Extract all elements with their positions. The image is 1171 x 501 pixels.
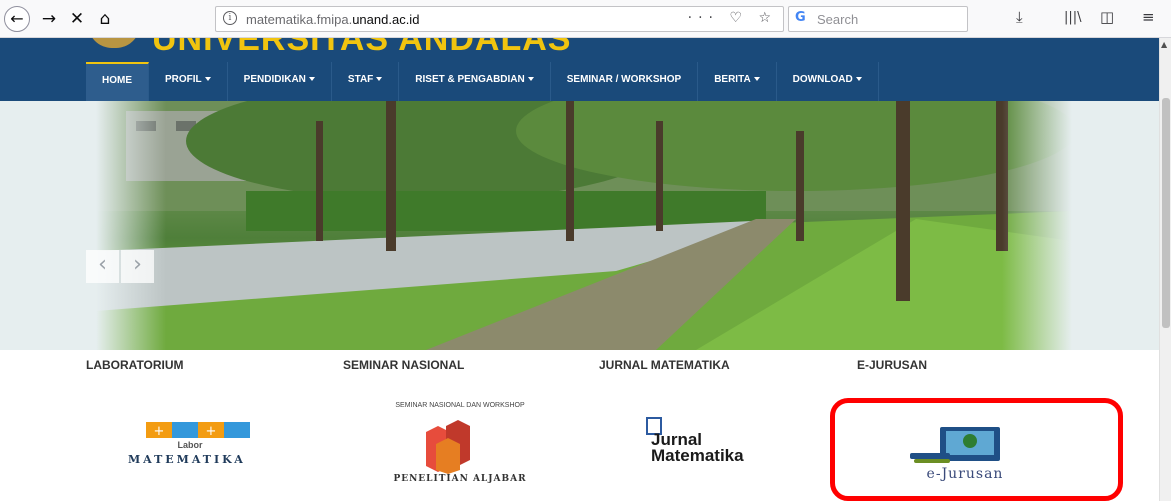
quick-link-title-jurnal[interactable]: JURNAL MATEMATIKA bbox=[599, 358, 730, 372]
caret-down-icon bbox=[376, 77, 383, 82]
page-actions-icons[interactable]: ··· ♡ ☆ bbox=[688, 10, 777, 26]
labor-matematika-logo[interactable]: + + Labor MATEMATIKA bbox=[128, 416, 278, 476]
quick-link-title-seminar[interactable]: SEMINAR NASIONAL bbox=[343, 358, 464, 372]
quick-link-title-ejurusan[interactable]: E-JURUSAN bbox=[857, 358, 927, 372]
quick-link-title-laboratorium[interactable]: LABORATORIUM bbox=[86, 358, 184, 372]
university-name: UNIVERSITAS ANDALAS bbox=[152, 38, 572, 58]
svg-text:+: + bbox=[154, 424, 165, 439]
menu-item-home[interactable]: HOME bbox=[86, 62, 149, 101]
caret-down-icon bbox=[527, 77, 534, 82]
hero-fade-right bbox=[1002, 101, 1072, 350]
caret-down-icon bbox=[204, 77, 211, 82]
library-icon[interactable]: |||\ bbox=[1064, 10, 1082, 25]
scroll-up-icon[interactable]: ▲ bbox=[1161, 40, 1167, 49]
caret-down-icon bbox=[855, 77, 862, 82]
menu-item-berita[interactable]: BERITA bbox=[698, 62, 777, 101]
university-logo[interactable] bbox=[88, 38, 140, 48]
download-icon[interactable]: ⤓ bbox=[1016, 8, 1023, 26]
home-icon[interactable]: ⌂ bbox=[94, 8, 116, 30]
menu-item-download[interactable]: DOWNLOAD bbox=[777, 62, 879, 101]
slider-prev-button[interactable]: ‹ bbox=[86, 250, 119, 283]
jurnal-logo-line2: Matematika bbox=[651, 446, 744, 465]
caret-down-icon bbox=[308, 77, 315, 82]
jurnal-matematika-logo[interactable]: Jurnal Matematika bbox=[645, 416, 785, 468]
highlight-box bbox=[830, 398, 1123, 501]
seminar-aljabar-logo[interactable]: SEMINAR NASIONAL DAN WORKSHOP PENELITIAN… bbox=[365, 402, 555, 488]
menu-item-riset-pengabdian[interactable]: RISET & PENGABDIAN bbox=[399, 62, 551, 101]
sidebar-icon[interactable]: ◫ bbox=[1100, 8, 1114, 26]
campus-road-illustration bbox=[96, 101, 1072, 350]
back-arrow-icon[interactable]: ← bbox=[4, 6, 30, 32]
browser-toolbar: ← → ✕ ⌂ i matematika.fmipa.unand.ac.id ·… bbox=[0, 0, 1171, 38]
url-bar[interactable]: i matematika.fmipa.unand.ac.id ··· ♡ ☆ bbox=[215, 6, 784, 32]
search-engine-icon: G bbox=[795, 10, 806, 25]
menu-item-staf[interactable]: STAF bbox=[332, 62, 400, 101]
url-text[interactable]: matematika.fmipa.unand.ac.id bbox=[246, 12, 419, 27]
menu-item-label: STAF bbox=[347, 74, 374, 85]
labor-logo-line1: Labor bbox=[177, 440, 203, 450]
menu-item-label: BERITA bbox=[714, 74, 751, 85]
svg-text:+: + bbox=[206, 424, 217, 439]
menu-item-profil[interactable]: PROFIL bbox=[149, 62, 228, 101]
menu-item-label: DOWNLOAD bbox=[792, 74, 853, 85]
scroll-thumb[interactable] bbox=[1162, 98, 1170, 328]
menu-item-pendidikan[interactable]: PENDIDIKAN bbox=[228, 62, 332, 101]
search-placeholder: Search bbox=[817, 12, 859, 27]
menu-icon[interactable]: ≡ bbox=[1142, 8, 1155, 26]
menu-item-label: SEMINAR / WORKSHOP bbox=[566, 74, 682, 85]
menu-item-label: RISET & PENGABDIAN bbox=[415, 74, 525, 85]
caret-down-icon bbox=[753, 77, 760, 82]
seminar-logo-caption-top: SEMINAR NASIONAL DAN WORKSHOP bbox=[395, 402, 525, 409]
main-menu: HOME PROFIL PENDIDIKAN STAF RISET & PENGABDI… bbox=[86, 62, 879, 101]
seminar-cubes-icon bbox=[426, 420, 470, 474]
menu-item-seminar-workshop[interactable]: SEMINAR / WORKSHOP bbox=[551, 62, 699, 101]
page-scrollbar[interactable]: ▲ bbox=[1159, 38, 1171, 501]
menu-item-label: HOME bbox=[102, 75, 132, 86]
slider-next-button[interactable]: › bbox=[121, 250, 154, 283]
info-icon[interactable]: i bbox=[223, 11, 237, 25]
forward-arrow-icon[interactable]: → bbox=[38, 8, 60, 30]
close-icon[interactable]: ✕ bbox=[66, 8, 88, 30]
labor-logo-line2: MATEMATIKA bbox=[128, 453, 246, 466]
search-input[interactable]: G Search bbox=[788, 6, 968, 32]
hero-fade-left bbox=[96, 101, 166, 350]
menu-item-label: PENDIDIKAN bbox=[243, 74, 306, 85]
seminar-logo-caption-bottom: PENELITIAN ALJABAR bbox=[393, 474, 527, 484]
menu-item-label: PROFIL bbox=[165, 74, 202, 85]
site-header: UNIVERSITAS ANDALAS HOME PROFIL PENDIDIKAN… bbox=[0, 38, 1159, 101]
hero-slider: ‹ › bbox=[0, 101, 1159, 350]
campus-photo bbox=[96, 101, 1072, 350]
